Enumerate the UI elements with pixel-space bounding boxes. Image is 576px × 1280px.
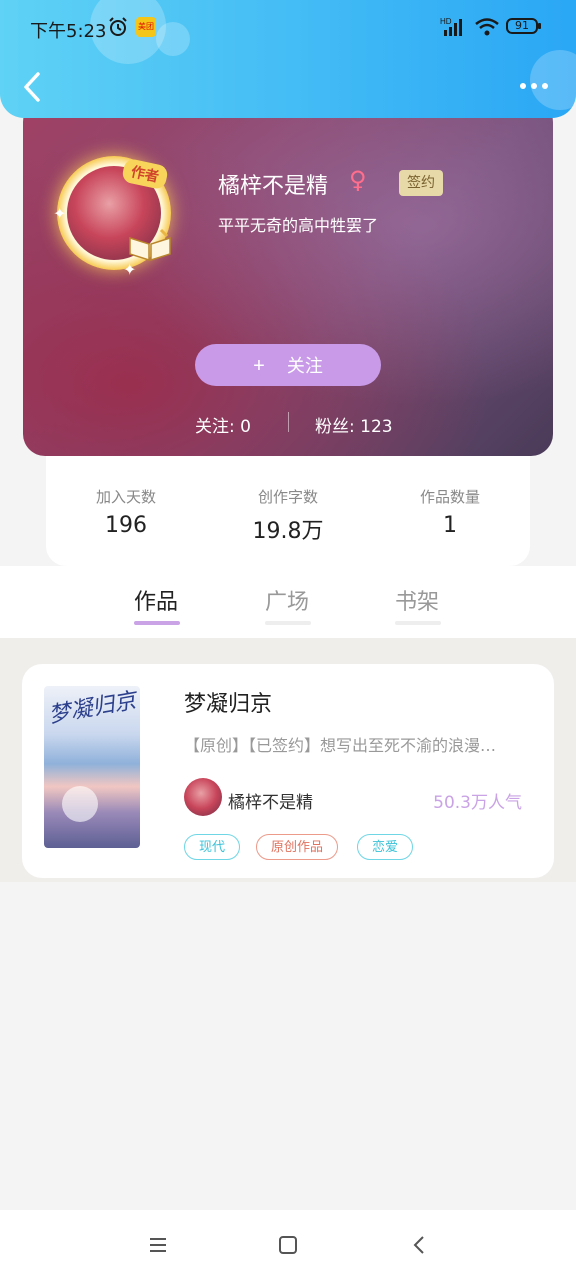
stat-join-days: 加入天数 196 [46,486,206,538]
divider [288,412,289,432]
meituan-app-icon: 美团 [136,17,156,37]
battery-indicator: 91 [506,18,541,34]
cover-emblem [62,786,98,822]
alarm-icon [109,17,127,36]
stat-label: 加入天数 [95,488,156,506]
square-home-icon[interactable] [277,1234,299,1256]
tab-works[interactable]: 作品 [134,584,178,616]
follow-button[interactable]: + 关注 [195,344,381,386]
stat-value: 19.8万 [252,519,324,544]
sparkle-icon: ✦ [123,260,137,279]
author-avatar [184,778,222,816]
book-cover[interactable]: 梦凝归京 [44,686,140,848]
profile-bio: 平平无奇的高中牲罢了 [218,216,379,235]
hd-label: HD [440,17,452,26]
following-count[interactable]: 关注: 0 [195,412,251,437]
cover-title: 梦凝归京 [46,688,138,729]
top-header: 下午5:23 美团 HD 91 [0,0,576,118]
status-bar: 下午5:23 美团 HD 91 [0,0,576,56]
username: 橘梓不是精 [218,174,329,199]
author-stats-panel: 加入天数 196 创作字数 19.8万 作品数量 1 [46,446,530,566]
tab-bookshelf-underline [395,621,441,625]
signal-icon: HD [440,17,462,36]
chevron-left-icon[interactable] [18,70,46,104]
more-dots-icon[interactable] [518,76,550,96]
stat-word-count: 创作字数 19.8万 [208,486,368,545]
tab-plaza-underline [265,621,311,625]
work-title[interactable]: 梦凝归京 [184,686,272,718]
tab-works-underline [134,621,180,625]
system-nav-bar [0,1210,576,1280]
sparkle-icon: ✦ [53,204,67,223]
wifi-icon [475,18,499,36]
tag-modern[interactable]: 现代 [184,834,241,860]
stat-value: 196 [105,513,147,538]
menu-lines-icon[interactable] [147,1234,169,1256]
back-triangle-icon[interactable] [408,1234,430,1256]
signed-badge: 签约 [399,170,443,196]
stat-label: 创作字数 [257,488,318,506]
status-time: 下午5:23 [30,21,107,42]
stat-value: 1 [443,513,457,538]
tag-original[interactable]: 原创作品 [256,834,339,860]
profile-card: 作者 ✦ ✦ 橘梓不是精 ♀ 签约 平平无奇的高中牲罢了 + 关注 关注: 0 粉… [23,100,553,456]
follow-label: 关注 [286,356,323,376]
tab-plaza[interactable]: 广场 [265,584,309,616]
work-description: 【原创】【已签约】想写出至死不渝的浪漫… [184,736,497,755]
tab-bookshelf[interactable]: 书架 [395,584,439,616]
stat-works-count: 作品数量 1 [370,486,530,538]
stat-label: 作品数量 [419,488,480,506]
work-card[interactable]: 梦凝归京 梦凝归京 【原创】【已签约】想写出至死不渝的浪漫… 橘梓不是精 50.… [22,664,554,878]
book-icon [129,228,171,262]
tag-romance[interactable]: 恋爱 [357,834,414,860]
work-author-name: 橘梓不是精 [228,793,313,813]
fans-count[interactable]: 粉丝: 123 [315,412,393,437]
plus-icon: + [253,355,265,377]
work-popularity: 50.3万人气 [433,793,522,813]
female-icon: ♀ [349,166,367,194]
